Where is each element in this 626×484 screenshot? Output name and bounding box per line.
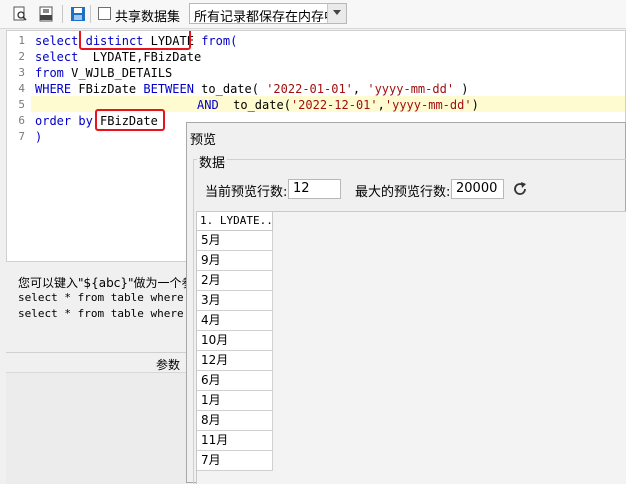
share-dataset-checkbox[interactable] [98,7,111,20]
line-number-gutter: 1 2 3 4 5 6 7 [7,31,31,261]
code-text: , [377,98,385,112]
parameters-header: 参数 [6,352,206,373]
code-text: to_date( [218,98,291,112]
grid-cell[interactable]: 12月 [197,351,273,371]
grid-cell[interactable]: 6月 [197,371,273,391]
line-number: 2 [18,50,25,63]
grid-cell[interactable]: 1月 [197,391,273,411]
sql-icon[interactable] [38,6,54,22]
current-rows-input[interactable]: 12 [288,179,341,199]
data-group-title: 数据 [197,152,228,171]
toolbar: 共享数据集 所有记录都保存在内存中 [0,0,626,29]
hint-example: select * from table where id [18,307,204,320]
grid-cell[interactable]: 8月 [197,411,273,431]
max-rows-input[interactable]: 20000 [451,179,504,199]
grid-cell[interactable]: 9月 [197,251,273,271]
grid-cell[interactable]: 3月 [197,291,273,311]
annotation-box-distinct [79,31,191,50]
code-text: to_date( [193,82,267,96]
line-number: 4 [18,82,25,95]
save-icon[interactable] [70,6,86,22]
keyword: select [35,34,79,48]
save-mode-select[interactable]: 所有记录都保存在内存中 [189,3,347,25]
parameters-label: 参数 [156,358,181,372]
keyword: select [35,50,79,64]
parameter-hint: 您可以键入"${abc}"做为一个参 select * from table w… [6,266,206,348]
line-number: 3 [18,66,25,79]
current-rows-label: 当前预览行数: [205,185,288,200]
code-text: , [352,82,368,96]
code-text: LYDATE,FBizDate [78,50,202,64]
code-line-3: from V_WJLB_DETAILS [35,65,172,81]
code-line-4: WHERE FBizDate BETWEEN to_date( '2022-01… [35,81,469,97]
grid-cell[interactable]: 7月 [197,451,273,471]
toolbar-separator [62,5,63,23]
line-number: 1 [18,34,25,47]
string-literal: '2022-12-01' [290,98,378,112]
grid-cell[interactable]: 5月 [197,231,273,251]
keyword: from( [201,34,238,48]
share-dataset-label: 共享数据集 [115,10,181,25]
string-literal: 'yyyy-mm-dd' [384,98,472,112]
line-number: 6 [18,114,25,127]
parameters-table[interactable] [6,372,206,484]
grid-cell[interactable]: 10月 [197,331,273,351]
hint-example: select * from table where id [18,291,204,304]
code-line-7: ) [35,129,42,145]
code-line-2: select LYDATE,FBizDate [35,49,201,65]
hint-text: 您可以键入"${abc}"做为一个参 [18,276,194,290]
keyword: ) [35,130,43,144]
keyword: order by [35,114,93,128]
code-line-5: AND to_date('2022-12-01','yyyy-mm-dd') [197,97,479,113]
max-rows-label: 最大的预览行数: [355,185,451,200]
column-header[interactable]: 1. LYDATE... [197,212,273,231]
code-text: V_WJLB_DETAILS [63,66,173,80]
keyword: AND [197,98,219,112]
preview-dialog: 预览 数据 当前预览行数: 12 最大的预览行数: 20000 1. LYDAT… [186,122,626,484]
grid-cell[interactable]: 11月 [197,431,273,451]
line-number: 7 [18,130,25,143]
string-literal: 'yyyy-mm-dd' [367,82,455,96]
preview-grid[interactable]: 1. LYDATE... 5月 9月 2月 3月 4月 10月 12月 6月 1… [196,211,626,484]
toolbar-separator [90,5,91,23]
save-mode-value: 所有记录都保存在内存中 [194,10,338,25]
string-literal: '2022-01-01' [266,82,353,96]
code-text: ) [471,98,479,112]
keyword: from [35,66,64,80]
grid-cell[interactable]: 4月 [197,311,273,331]
code-text: ) [454,82,469,96]
save-mode-dropdown-button[interactable] [327,4,346,23]
line-number: 5 [18,98,25,111]
code-text: FBizDate [71,82,144,96]
dialog-title: 预览 [190,133,217,148]
keyword: BETWEEN [143,82,194,96]
annotation-box-order-by [95,109,165,131]
preview-icon[interactable] [12,6,28,22]
keyword: WHERE [35,82,72,96]
refresh-icon[interactable] [511,180,529,198]
grid-cell[interactable]: 2月 [197,271,273,291]
chevron-down-icon [333,10,341,15]
